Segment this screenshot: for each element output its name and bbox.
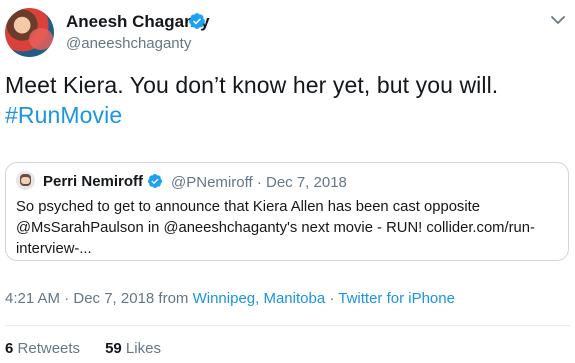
likes-stat[interactable]: 59 Likes [105,340,161,357]
tweet-timestamp[interactable]: 4:21 AM · Dec 7, 2018 from [5,290,193,307]
quoted-text-line: So psyched to get to announce that Kiera… [16,199,480,215]
quoted-author-meta: @PNemiroff · Dec 7, 2018 [171,174,347,191]
hashtag-link[interactable]: #RunMovie [5,100,565,130]
likes-count: 59 [105,340,122,357]
retweets-stat[interactable]: 6 Retweets [5,340,80,357]
tweet-header: Aneesh Chaganty @aneeshchaganty [0,0,575,62]
quoted-text-line: interview-... [16,241,92,257]
quoted-author-handle[interactable]: @PNemiroff [171,174,253,191]
source-link[interactable]: Twitter for iPhone [338,290,455,307]
tweet-body: Meet Kiera. You don’t know her yet, but … [5,72,499,98]
tweet-text: Meet Kiera. You don’t know her yet, but … [5,70,565,130]
quoted-date[interactable]: Dec 7, 2018 [266,174,347,191]
author-avatar[interactable] [5,8,54,57]
likes-label: Likes [125,340,161,357]
quoted-author-name[interactable]: Perri Nemiroff [43,173,143,190]
quoted-tweet[interactable]: Perri Nemiroff @PNemiroff · Dec 7, 2018 … [5,162,569,261]
divider [5,325,570,326]
quoted-tweet-text: So psyched to get to announce that Kiera… [16,197,556,260]
chevron-down-icon[interactable] [549,13,567,27]
retweets-label: Retweets [17,340,81,357]
tweet-stats: 6 Retweets 59 Likes [5,340,161,357]
quoted-text-line: @MsSarahPaulson in @aneeshchaganty's nex… [16,220,535,236]
verified-badge-icon [148,174,163,188]
author-handle[interactable]: @aneeshchaganty [66,35,191,52]
meta-separator: · [256,174,262,191]
tweet-meta: 4:21 AM · Dec 7, 2018 from Winnipeg, Man… [5,290,455,307]
quoted-author-avatar[interactable] [16,171,35,190]
verified-badge-icon [189,13,205,29]
location-link[interactable]: Winnipeg, Manitoba [193,290,326,307]
retweets-count: 6 [5,340,14,357]
meta-separator: · [325,290,339,307]
